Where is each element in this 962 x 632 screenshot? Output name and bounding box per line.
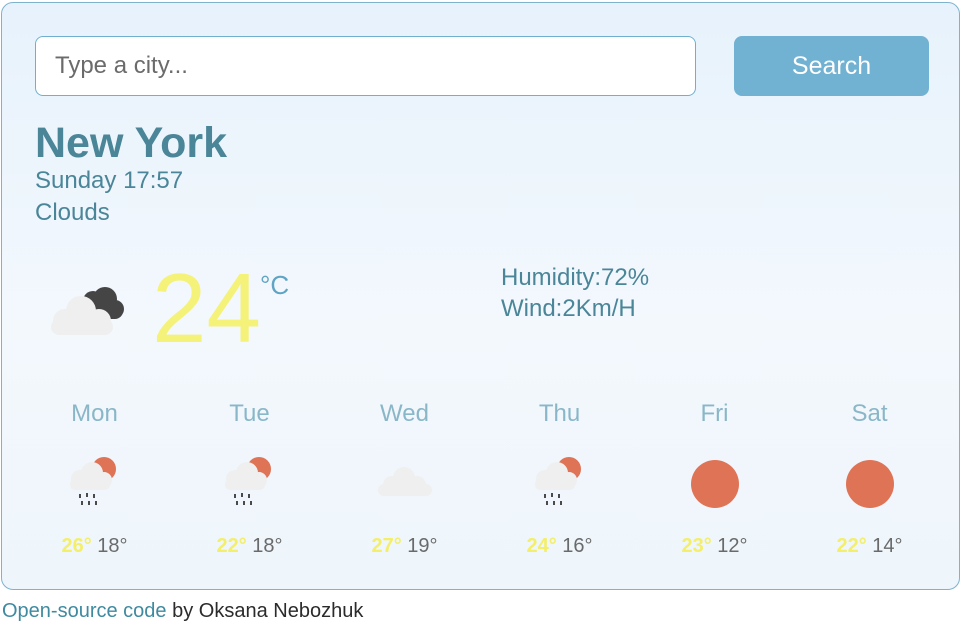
- forecast-day: Tue 22° 18°: [172, 398, 327, 568]
- forecast-max-temp: 24°: [526, 535, 557, 557]
- wind-readout: Wind:2Km/H: [501, 295, 636, 322]
- weather-description: Clouds: [35, 199, 110, 226]
- forecast-min-temp: 18°: [97, 535, 128, 557]
- rain-sun-cloud-icon: [529, 451, 591, 511]
- open-source-link[interactable]: Open-source code: [2, 600, 167, 622]
- forecast-day-name: Thu: [538, 400, 581, 427]
- sun-icon: [839, 451, 901, 511]
- city-name: New York: [35, 119, 227, 167]
- forecast-min-temp: 18°: [252, 535, 283, 557]
- current-datetime: Sunday 17:57: [35, 167, 184, 194]
- forecast-min-temp: 14°: [872, 535, 903, 557]
- forecast-day-name: Mon: [71, 400, 118, 427]
- current-temperature: 24: [152, 253, 262, 363]
- city-search-input[interactable]: [35, 36, 696, 96]
- rain-sun-cloud-icon: [219, 451, 281, 511]
- forecast-row: Mon 26° 18° Tue 22° 18° Wed 27° 19° Thu …: [17, 398, 947, 568]
- forecast-max-temp: 27°: [371, 535, 402, 557]
- footer-author: by Oksana Nebozhuk: [166, 600, 364, 622]
- forecast-min-temp: 16°: [562, 535, 593, 557]
- cloud-icon: [374, 451, 436, 511]
- forecast-temps: 26° 18°: [17, 534, 172, 558]
- forecast-day-name: Sat: [851, 400, 888, 427]
- sun-icon: [684, 451, 746, 511]
- forecast-day: Thu 24° 16°: [482, 398, 637, 568]
- forecast-day-name: Fri: [700, 400, 729, 427]
- footer-credit: Open-source code by Oksana Nebozhuk: [2, 599, 363, 623]
- forecast-min-temp: 12°: [717, 535, 748, 557]
- forecast-temps: 22° 18°: [172, 534, 327, 558]
- forecast-temps: 27° 19°: [327, 534, 482, 558]
- forecast-max-temp: 26°: [61, 535, 92, 557]
- forecast-day: Sat 22° 14°: [792, 398, 947, 568]
- forecast-day: Fri 23° 12°: [637, 398, 792, 568]
- forecast-day-name: Tue: [229, 400, 270, 427]
- forecast-max-temp: 22°: [216, 535, 247, 557]
- temperature-unit-toggle[interactable]: °C: [260, 271, 289, 299]
- rain-sun-cloud-icon: [64, 451, 126, 511]
- forecast-max-temp: 22°: [836, 535, 867, 557]
- forecast-min-temp: 19°: [407, 535, 438, 557]
- forecast-temps: 24° 16°: [482, 534, 637, 558]
- forecast-day: Mon 26° 18°: [17, 398, 172, 568]
- forecast-max-temp: 23°: [681, 535, 712, 557]
- forecast-day-name: Wed: [380, 400, 429, 427]
- weather-card: Search New York Sunday 17:57 Clouds 24 °…: [1, 2, 960, 590]
- humidity-readout: Humidity:72%: [501, 264, 650, 291]
- cloudy-dark-cloud-icon: [47, 281, 129, 344]
- forecast-day: Wed 27° 19°: [327, 398, 482, 568]
- forecast-temps: 23° 12°: [637, 534, 792, 558]
- forecast-temps: 22° 14°: [792, 534, 947, 558]
- search-button[interactable]: Search: [734, 36, 929, 96]
